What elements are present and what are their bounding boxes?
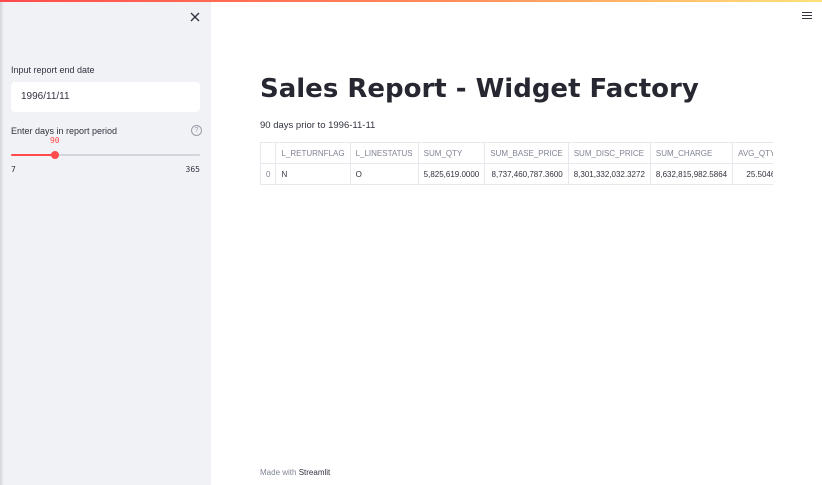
footer-brand-link[interactable]: Streamlit [299,468,331,477]
report-end-date-input[interactable]: 1996/11/11 [11,82,200,112]
table-cell: 8,301,332,032.3272 [567,163,651,185]
page-title: Sales Report - Widget Factory [260,74,699,104]
main-menu-button[interactable] [802,12,812,20]
table-header[interactable]: L_LINESTATUS [349,142,419,164]
table-cell: 8,632,815,982.5864 [649,163,734,185]
table-cell: 25.5046 [732,163,773,185]
table-header-row: L_RETURNFLAG L_LINESTATUS SUM_QTY SUM_BA… [260,142,773,164]
slider-current-value: 90 [49,136,60,145]
sidebar: Input report end date 1996/11/11 Enter d… [0,0,211,485]
slider-min-label: 7 [11,165,16,174]
footer-prefix: Made with [260,468,297,477]
top-decoration-bar [0,0,822,2]
days-slider[interactable]: 90 [11,136,200,159]
table-header[interactable]: SUM_CHARGE [649,142,734,164]
slider-thumb[interactable]: 90 [50,136,60,159]
date-input-label: Input report end date [11,65,95,75]
sidebar-edge-shadow [0,0,4,485]
footer: Made with Streamlit [260,468,330,477]
slider-label: Enter days in report period [11,126,118,136]
data-table[interactable]: L_RETURNFLAG L_LINESTATUS SUM_QTY SUM_BA… [260,142,773,188]
close-icon [190,12,200,22]
table-header[interactable]: SUM_BASE_PRICE [484,142,569,164]
table-cell: O [349,163,419,185]
slider-fill [11,154,55,156]
slider-max-label: 365 [185,165,200,174]
table-row: 0 N O 5,825,619.0000 8,737,460,787.3600 … [260,163,773,185]
hamburger-menu-icon [802,12,812,19]
report-subtitle: 90 days prior to 1996-11-11 [260,120,376,131]
table-cell-index: 0 [260,163,277,185]
close-sidebar-button[interactable] [188,10,202,24]
table-header[interactable]: SUM_QTY [417,142,486,164]
table-cell: 5,825,619.0000 [417,163,486,185]
table-header[interactable]: AVG_QTY [732,142,773,164]
table-header[interactable]: L_RETURNFLAG [275,142,351,164]
help-icon[interactable]: ? [191,125,202,136]
table-cell: N [275,163,351,185]
table-header-index[interactable] [260,142,277,164]
table-header[interactable]: SUM_DISC_PRICE [567,142,651,164]
table-cell: 8,737,460,787.3600 [484,163,569,185]
